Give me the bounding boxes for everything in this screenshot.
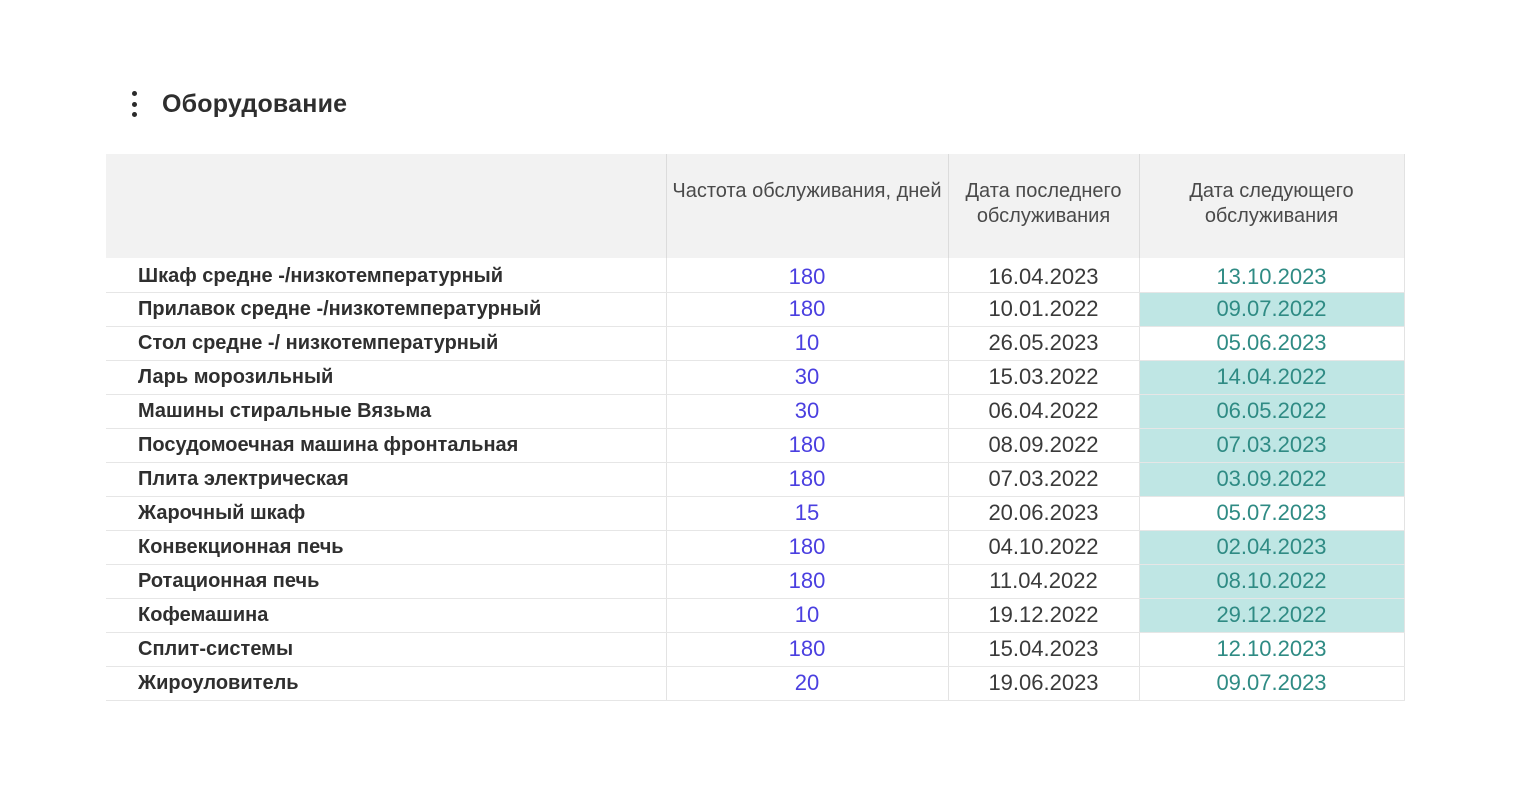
equipment-name-cell: Плита электрическая [106,462,667,497]
next-service-date-cell: 06.05.2022 [1139,394,1405,429]
table-row[interactable]: Шкаф средне -/низкотемпературный 180 16.04… [106,258,1405,293]
frequency-cell: 180 [666,292,949,327]
table-row[interactable]: Ларь морозильный 30 15.03.2022 14.04.2022 [106,360,1405,395]
equipment-table: Частота обслуживания, дней Дата последне… [106,154,1405,701]
next-service-date-cell: 05.06.2023 [1139,326,1405,361]
section-header: Оборудование [128,86,347,122]
next-service-date-cell: 09.07.2022 [1139,292,1405,327]
table-row[interactable]: Ротационная печь 180 11.04.2022 08.10.2022 [106,564,1405,599]
next-service-date-cell: 12.10.2023 [1139,632,1405,667]
table-body: Шкаф средне -/низкотемпературный 180 16.04… [106,258,1405,701]
last-service-date-cell: 04.10.2022 [948,530,1140,565]
table-header-row: Частота обслуживания, дней Дата последне… [106,154,1405,258]
frequency-cell: 30 [666,360,949,395]
equipment-name-cell: Кофемашина [106,598,667,633]
section-title: Оборудование [162,89,348,118]
table-row[interactable]: Кофемашина 10 19.12.2022 29.12.2022 [106,598,1405,633]
equipment-name-cell: Жарочный шкаф [106,496,667,531]
table-row[interactable]: Посудомоечная машина фронтальная 180 08.09… [106,428,1405,463]
kebab-dot [131,101,137,107]
equipment-table-container: Частота обслуживания, дней Дата последне… [106,154,1405,701]
kebab-vertical-icon[interactable] [128,89,140,119]
kebab-dot [131,91,137,96]
table-row[interactable]: Сплит-системы 180 15.04.2023 12.10.2023 [106,632,1405,667]
table-header: Частота обслуживания, дней Дата последне… [106,154,1405,258]
last-service-date-cell: 19.12.2022 [948,598,1140,633]
last-service-date-cell: 16.04.2023 [948,258,1140,293]
table-row[interactable]: Плита электрическая 180 07.03.2022 03.09.20… [106,462,1405,497]
frequency-cell: 10 [666,326,949,361]
last-service-date-cell: 08.09.2022 [948,428,1140,463]
last-service-date-cell: 20.06.2023 [948,496,1140,531]
last-service-date-cell: 07.03.2022 [948,462,1140,497]
table-row[interactable]: Конвекционная печь 180 04.10.2022 02.04.202… [106,530,1405,565]
column-header-name[interactable] [106,154,667,258]
column-header-last-service[interactable]: Дата последнего обслуживания [948,154,1140,258]
last-service-date-cell: 15.04.2023 [948,632,1140,667]
column-header-frequency[interactable]: Частота обслуживания, дней [666,154,949,258]
equipment-name-cell: Машины стиральные Вязьма [106,394,667,429]
next-service-date-cell: 05.07.2023 [1139,496,1405,531]
equipment-name-cell: Жироуловитель [106,666,667,701]
frequency-cell: 180 [666,258,949,293]
equipment-name-cell: Стол средне -/ низкотемпературный [106,326,667,361]
equipment-name-cell: Конвекционная печь [106,530,667,565]
last-service-date-cell: 11.04.2022 [948,564,1140,599]
next-service-date-cell: 08.10.2022 [1139,564,1405,599]
frequency-cell: 180 [666,530,949,565]
frequency-cell: 30 [666,394,949,429]
next-service-date-cell: 29.12.2022 [1139,598,1405,633]
equipment-name-cell: Шкаф средне -/низкотемпературный [106,258,667,293]
frequency-cell: 180 [666,428,949,463]
table-row[interactable]: Стол средне -/ низкотемпературный 10 26.05… [106,326,1405,361]
column-header-next-service[interactable]: Дата следующего обслуживания [1139,154,1405,258]
table-row[interactable]: Жироуловитель 20 19.06.2023 09.07.2023 [106,666,1405,701]
last-service-date-cell: 10.01.2022 [948,292,1140,327]
next-service-date-cell: 14.04.2022 [1139,360,1405,395]
last-service-date-cell: 06.04.2022 [948,394,1140,429]
last-service-date-cell: 15.03.2022 [948,360,1140,395]
next-service-date-cell: 07.03.2023 [1139,428,1405,463]
frequency-cell: 15 [666,496,949,531]
next-service-date-cell: 02.04.2023 [1139,530,1405,565]
frequency-cell: 180 [666,632,949,667]
equipment-name-cell: Прилавок средне -/низкотемпературный [106,292,667,327]
next-service-date-cell: 13.10.2023 [1139,258,1405,293]
equipment-name-cell: Сплит-системы [106,632,667,667]
frequency-cell: 180 [666,564,949,599]
equipment-name-cell: Ларь морозильный [106,360,667,395]
kebab-dot [131,112,137,117]
next-service-date-cell: 03.09.2022 [1139,462,1405,497]
table-row[interactable]: Машины стиральные Вязьма 30 06.04.2022 06.0… [106,394,1405,429]
equipment-name-cell: Ротационная печь [106,564,667,599]
equipment-page: Оборудование Частота обслуживания, дней … [0,0,1524,800]
table-row[interactable]: Прилавок средне -/низкотемпературный 180 1… [106,292,1405,327]
table-row[interactable]: Жарочный шкаф 15 20.06.2023 05.07.2023 [106,496,1405,531]
frequency-cell: 180 [666,462,949,497]
next-service-date-cell: 09.07.2023 [1139,666,1405,701]
last-service-date-cell: 19.06.2023 [948,666,1140,701]
frequency-cell: 10 [666,598,949,633]
equipment-name-cell: Посудомоечная машина фронтальная [106,428,667,463]
frequency-cell: 20 [666,666,949,701]
last-service-date-cell: 26.05.2023 [948,326,1140,361]
